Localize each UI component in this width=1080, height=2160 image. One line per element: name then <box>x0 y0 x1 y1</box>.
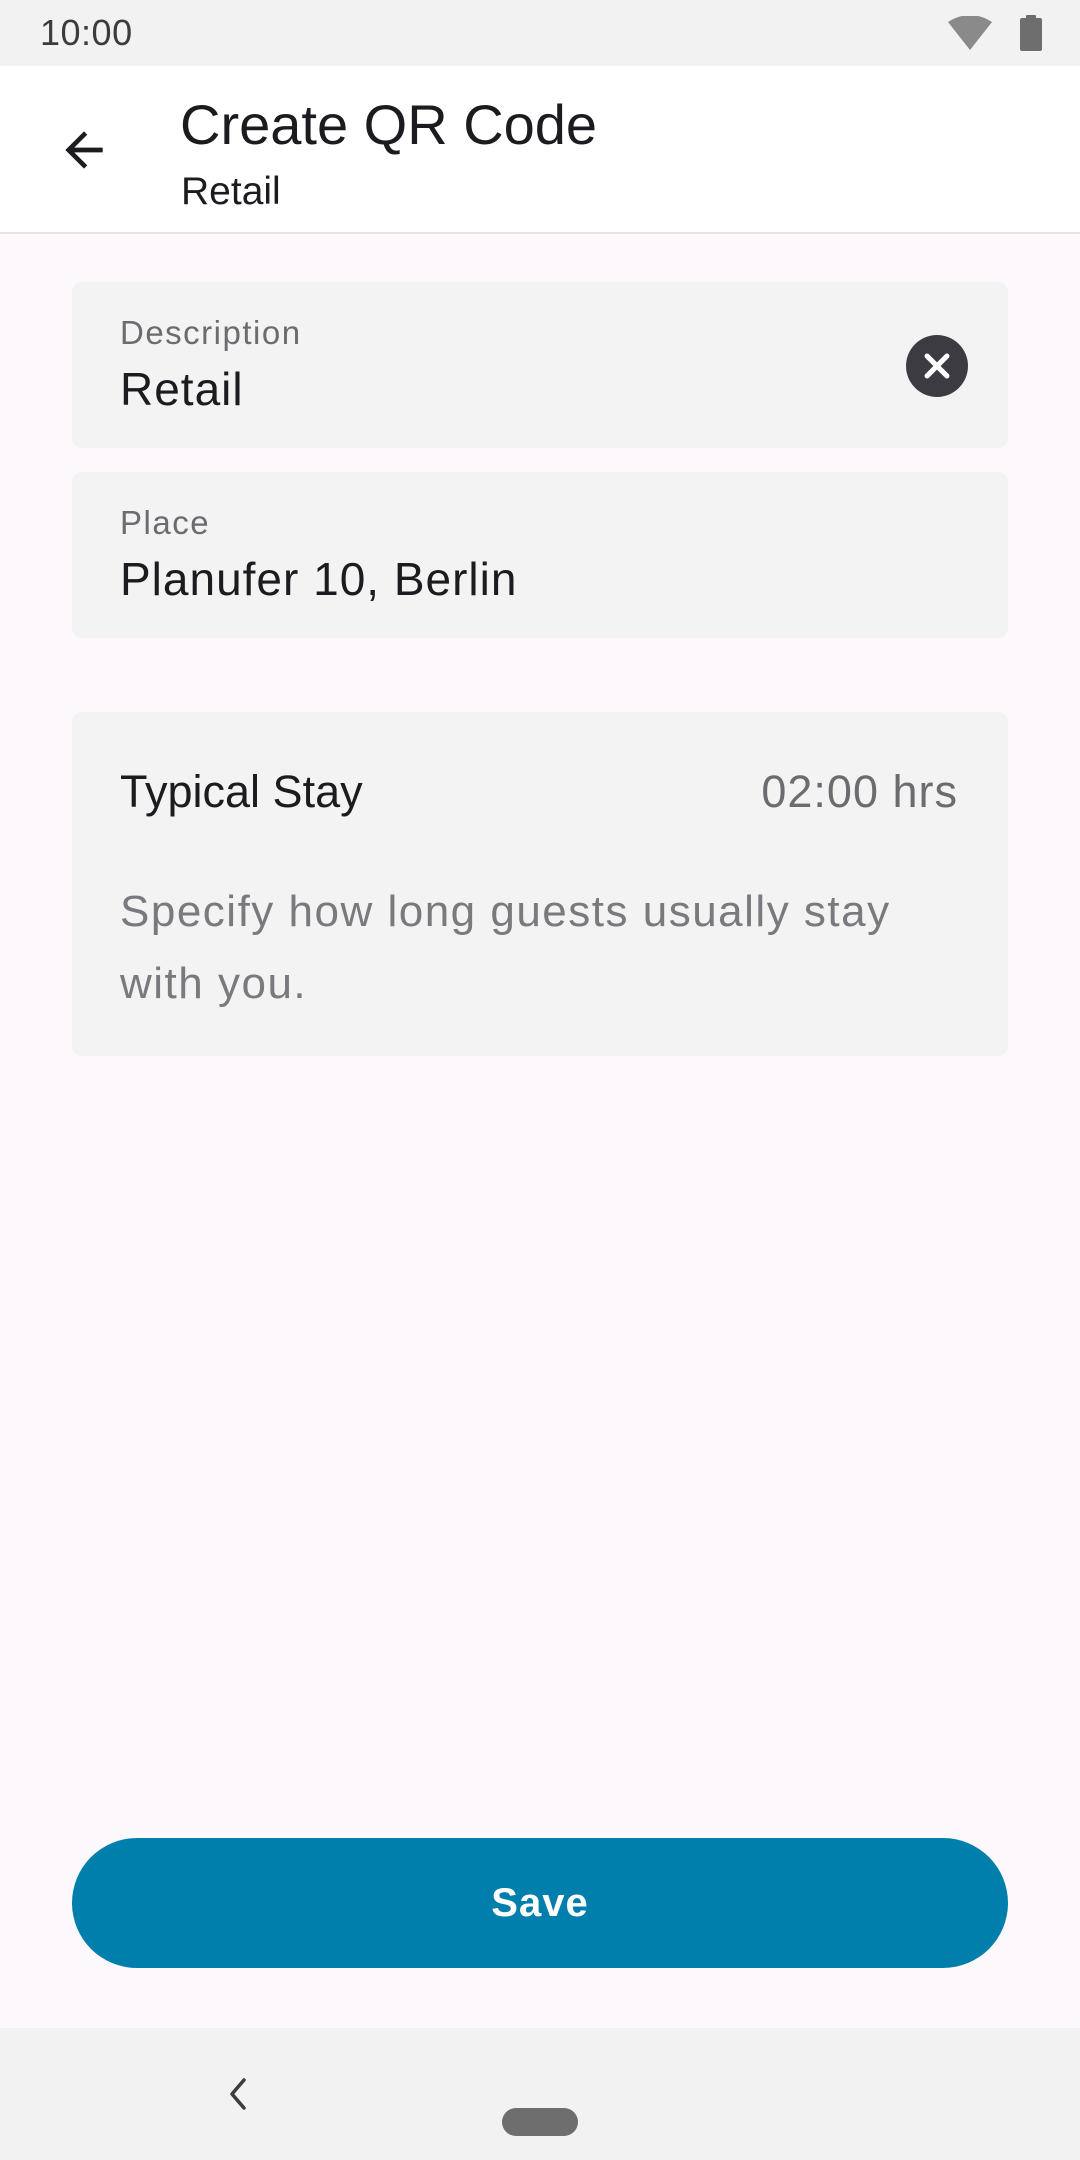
status-bar: 10:00 <box>0 0 1080 66</box>
clear-icon <box>924 353 950 379</box>
description-label: Description <box>120 314 302 351</box>
app-bar: Create QR Code Retail <box>0 66 1080 234</box>
wifi-icon <box>948 16 992 50</box>
status-time: 10:00 <box>40 12 133 53</box>
typical-stay-title: Typical Stay <box>120 766 363 817</box>
typical-stay-description: Specify how long guests usually stay wit… <box>120 887 891 1008</box>
typical-stay-card[interactable]: Typical Stay 02:00 hrs Specify how long … <box>72 712 1008 1056</box>
description-field[interactable]: Description Retail <box>72 282 1008 448</box>
page-title: Create QR Code <box>180 93 598 156</box>
nav-back-icon[interactable] <box>218 2072 258 2116</box>
battery-icon <box>1020 15 1042 51</box>
clear-description-button[interactable] <box>906 335 968 397</box>
place-field[interactable]: Place Planufer 10, Berlin <box>72 472 1008 638</box>
typical-stay-value: 02:00 hrs <box>761 766 958 817</box>
navigation-bar <box>0 2028 1080 2160</box>
page-subtitle: Retail <box>181 170 281 213</box>
nav-home-pill[interactable] <box>502 2108 578 2136</box>
arrow-back-icon <box>65 131 103 169</box>
save-button[interactable]: Save <box>72 1838 1008 1968</box>
back-button[interactable] <box>44 110 124 190</box>
place-value[interactable]: Planufer 10, Berlin <box>120 552 517 606</box>
place-label: Place <box>120 504 211 541</box>
description-value[interactable]: Retail <box>120 362 244 416</box>
